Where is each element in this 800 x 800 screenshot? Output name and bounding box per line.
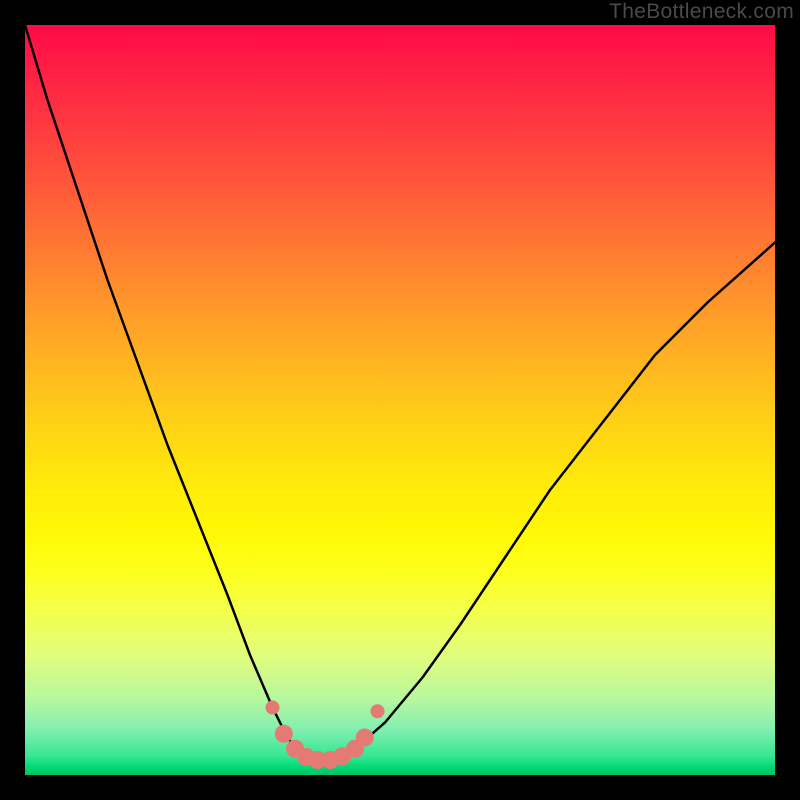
valley-marker [356, 729, 374, 747]
plot-area [25, 25, 775, 775]
valley-marker [266, 701, 280, 715]
valley-marker [275, 725, 293, 743]
valley-marker [371, 704, 385, 718]
watermark-text: TheBottleneck.com [609, 0, 794, 24]
bottleneck-curve [25, 25, 775, 760]
curve-layer [25, 25, 775, 775]
chart-frame: TheBottleneck.com [0, 0, 800, 800]
